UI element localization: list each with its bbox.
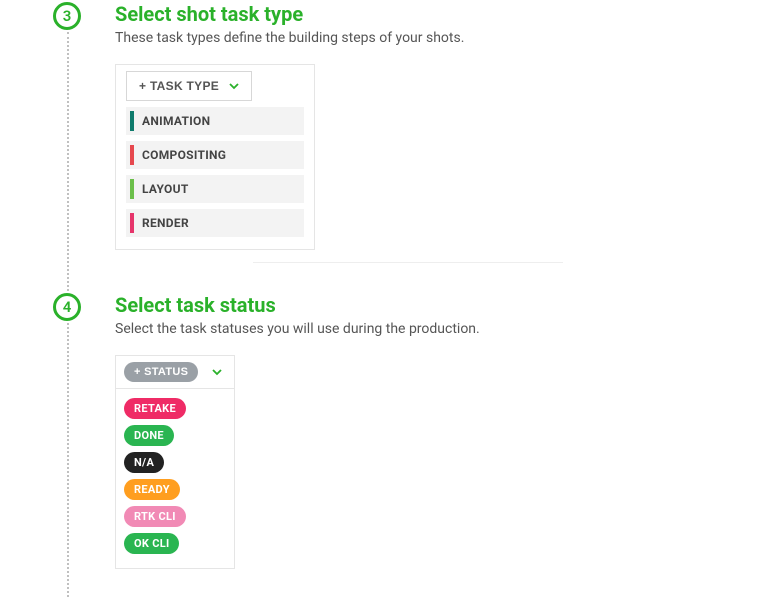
status-panel: + STATUS RETAKE DONE N/A READY RTK CLI OK CLI [115,355,760,569]
add-status-button[interactable]: + STATUS [116,356,234,388]
color-bar [130,179,134,199]
task-type-panel: + TASK TYPE ANIMATION COMPOSITING LAYOUT RE… [115,64,315,250]
status-item[interactable]: N/A [122,449,228,476]
status-pill: RTK CLI [124,506,186,527]
timeline-dots [67,323,69,597]
status-pill: RETAKE [124,398,186,419]
step-4: 4 Select task status Select the task sta… [0,293,760,569]
task-type-item[interactable]: RENDER [126,209,304,237]
section-divider [253,262,563,263]
step-number: 3 [63,7,72,25]
status-pill: DONE [124,425,174,446]
add-task-type-label: + TASK TYPE [139,79,219,93]
task-type-list: ANIMATION COMPOSITING LAYOUT RENDER [116,107,314,237]
chevron-down-icon [229,81,239,91]
step-number: 4 [63,298,72,316]
status-item[interactable]: READY [122,476,228,503]
step-3: 3 Select shot task type These task types… [0,2,760,263]
step-subtitle: These task types define the building ste… [115,30,760,46]
step-subtitle: Select the task statuses you will use du… [115,321,760,337]
timeline-dots [67,32,69,291]
step-badge-4: 4 [53,293,81,321]
status-list[interactable]: RETAKE DONE N/A READY RTK CLI OK CLI [116,389,234,568]
task-type-item[interactable]: COMPOSITING [126,141,304,169]
status-pill: OK CLI [124,533,179,554]
color-bar [130,145,134,165]
status-item[interactable]: DONE [122,422,228,449]
chevron-down-icon [212,367,222,377]
step-title: Select shot task type [115,2,760,26]
status-pill: READY [124,479,180,500]
task-type-item[interactable]: LAYOUT [126,175,304,203]
add-status-label: + STATUS [124,362,198,382]
task-type-label: COMPOSITING [142,148,226,162]
color-bar [130,213,134,233]
step-title: Select task status [115,293,760,317]
color-bar [130,111,134,131]
add-task-type-button[interactable]: + TASK TYPE [126,71,252,101]
status-pill: N/A [124,452,164,473]
step-badge-3: 3 [53,2,81,30]
status-list-container: RETAKE DONE N/A READY RTK CLI OK CLI [115,389,235,569]
task-type-label: ANIMATION [142,114,210,128]
status-item[interactable]: RTK CLI [122,503,228,530]
status-item[interactable]: RETAKE [122,395,228,422]
task-type-label: RENDER [142,216,189,230]
status-item[interactable]: OK CLI [122,530,228,557]
task-type-label: LAYOUT [142,182,189,196]
task-type-item[interactable]: ANIMATION [126,107,304,135]
